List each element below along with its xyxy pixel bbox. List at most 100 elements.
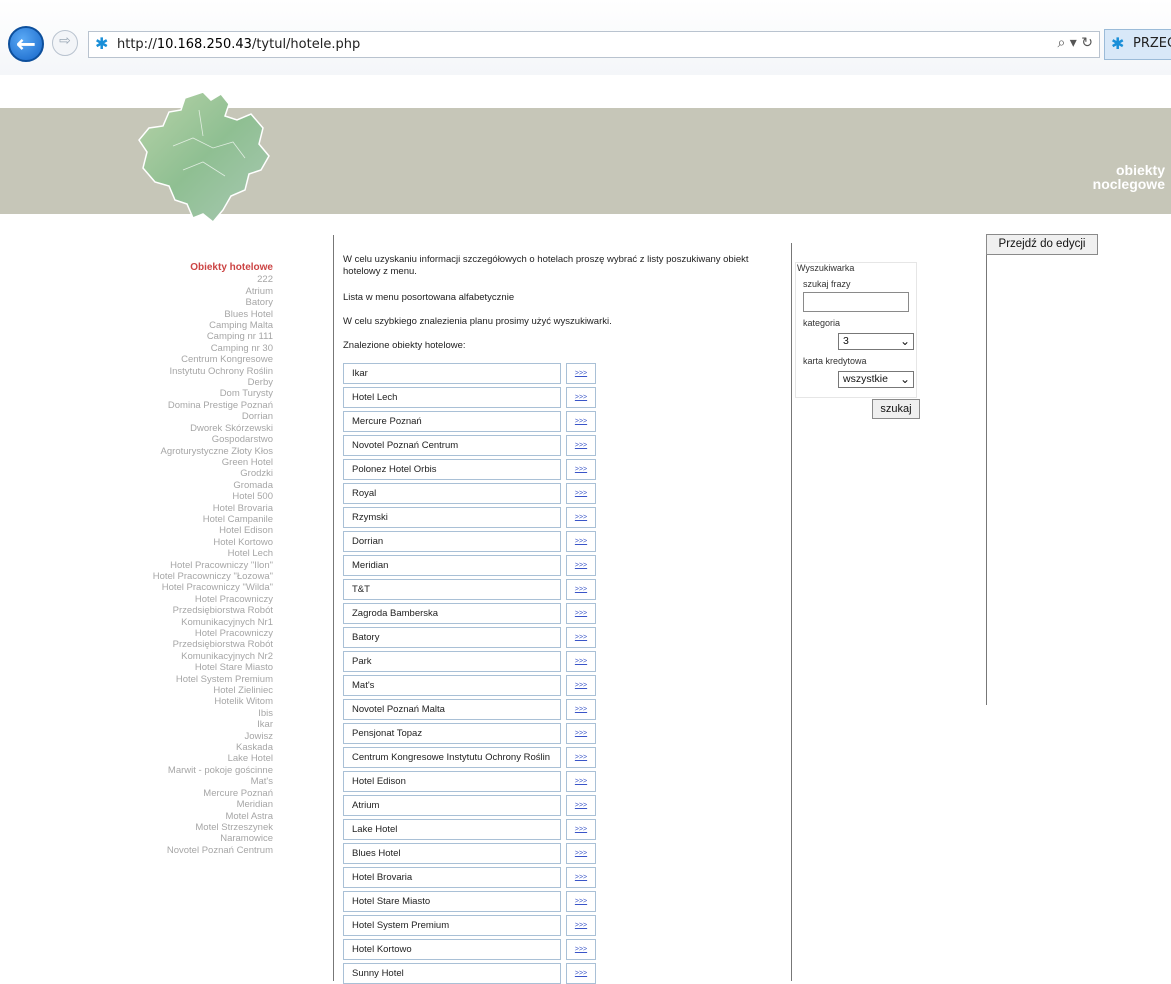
nav-item[interactable]: Hotelik Witom <box>100 696 273 707</box>
result-name: Ikar <box>343 363 561 384</box>
nav-item[interactable]: Motel Astra <box>100 811 273 822</box>
nav-item[interactable]: Mat's <box>100 776 273 787</box>
result-row: Rzymski >>> <box>343 507 596 528</box>
nav-item[interactable]: Centrum Kongresowe <box>100 354 273 365</box>
nav-item[interactable]: Jowisz <box>100 731 273 742</box>
result-details-link[interactable]: >>> <box>566 891 596 912</box>
intro-paragraph-1: W celu uzyskaniu informacji szczegółowyc… <box>343 254 749 277</box>
nav-item[interactable]: Hotel Pracowniczy <box>100 594 273 605</box>
nav-item[interactable]: Derby <box>100 377 273 388</box>
result-details-link[interactable]: >>> <box>566 915 596 936</box>
result-name: Novotel Poznań Malta <box>343 699 561 720</box>
result-details-link[interactable]: >>> <box>566 723 596 744</box>
nav-item[interactable]: Kaskada <box>100 742 273 753</box>
result-name: Pensjonat Topaz <box>343 723 561 744</box>
search-refresh-icons[interactable]: ⌕ ▾ ↻ <box>1058 35 1094 51</box>
result-details-link[interactable]: >>> <box>566 555 596 576</box>
result-details-link[interactable]: >>> <box>566 819 596 840</box>
nav-item[interactable]: Novotel Poznań Centrum <box>100 845 273 856</box>
result-details-link[interactable]: >>> <box>566 603 596 624</box>
result-details-link[interactable]: >>> <box>566 795 596 816</box>
result-row: Mercure Poznań >>> <box>343 411 596 432</box>
nav-item[interactable]: Dorrian <box>100 411 273 422</box>
nav-item[interactable]: Motel Strzeszynek <box>100 822 273 833</box>
result-row: Atrium >>> <box>343 795 596 816</box>
nav-item[interactable]: Camping nr 111 <box>100 331 273 342</box>
nav-item[interactable]: Przedsiębiorstwa Robót <box>100 639 273 650</box>
result-details-link[interactable]: >>> <box>566 843 596 864</box>
result-details-link[interactable]: >>> <box>566 363 596 384</box>
nav-item[interactable]: Dom Turysty <box>100 388 273 399</box>
nav-item[interactable]: Lake Hotel <box>100 753 273 764</box>
result-name: Dorrian <box>343 531 561 552</box>
nav-item[interactable]: Agroturystyczne Złoty Kłos <box>100 446 273 457</box>
result-details-link[interactable]: >>> <box>566 747 596 768</box>
result-details-link[interactable]: >>> <box>566 651 596 672</box>
search-submit-button[interactable]: szukaj <box>872 399 920 419</box>
result-name: T&T <box>343 579 561 600</box>
result-name: Hotel System Premium <box>343 915 561 936</box>
card-select[interactable]: wszystkie ⌄ <box>838 371 914 388</box>
nav-item[interactable]: Hotel System Premium <box>100 674 273 685</box>
nav-item[interactable]: Hotel Campanile <box>100 514 273 525</box>
result-details-link[interactable]: >>> <box>566 867 596 888</box>
nav-item[interactable]: Mercure Poznań <box>100 788 273 799</box>
edit-button[interactable]: Przejdź do edycji <box>986 234 1098 255</box>
nav-item[interactable]: Blues Hotel <box>100 309 273 320</box>
nav-item[interactable]: Hotel Zieliniec <box>100 685 273 696</box>
nav-item[interactable]: Hotel Pracowniczy "Łozowa" <box>100 571 273 582</box>
nav-item[interactable]: Meridian <box>100 799 273 810</box>
nav-item[interactable]: Hotel Kortowo <box>100 537 273 548</box>
nav-item[interactable]: Batory <box>100 297 273 308</box>
result-details-link[interactable]: >>> <box>566 771 596 792</box>
nav-item[interactable]: Instytutu Ochrony Roślin <box>100 366 274 377</box>
result-name: Mat's <box>343 675 561 696</box>
result-details-link[interactable]: >>> <box>566 675 596 696</box>
nav-item[interactable]: Gospodarstwo <box>100 434 273 445</box>
nav-item[interactable]: Naramowice <box>100 833 273 844</box>
nav-item[interactable]: Domina Prestige Poznań <box>100 400 273 411</box>
nav-item[interactable]: Hotel Lech <box>100 548 273 559</box>
phrase-input[interactable] <box>803 292 909 312</box>
nav-item[interactable]: Ibis <box>100 708 273 719</box>
result-name: Park <box>343 651 561 672</box>
result-name: Hotel Brovaria <box>343 867 561 888</box>
result-details-link[interactable]: >>> <box>566 435 596 456</box>
nav-item[interactable]: Grodzki <box>100 468 273 479</box>
nav-item[interactable]: Ikar <box>100 719 273 730</box>
nav-item[interactable]: Komunikacyjnych Nr1 <box>100 617 273 628</box>
result-details-link[interactable]: >>> <box>566 387 596 408</box>
nav-item[interactable]: Komunikacyjnych Nr2 <box>100 651 273 662</box>
result-details-link[interactable]: >>> <box>566 531 596 552</box>
nav-item[interactable]: Atrium <box>100 286 273 297</box>
result-details-link[interactable]: >>> <box>566 411 596 432</box>
result-details-link[interactable]: >>> <box>566 459 596 480</box>
nav-item[interactable]: Hotel Pracowniczy "Wilda" <box>100 582 273 593</box>
result-details-link[interactable]: >>> <box>566 507 596 528</box>
nav-item[interactable]: Marwit - pokoje gościnne <box>100 765 273 776</box>
nav-item[interactable]: 222 <box>100 274 273 285</box>
nav-item[interactable]: Hotel Edison <box>100 525 273 536</box>
nav-item[interactable]: Dworek Skórzewski <box>100 423 273 434</box>
result-details-link[interactable]: >>> <box>566 699 596 720</box>
result-details-link[interactable]: >>> <box>566 579 596 600</box>
result-name: Meridian <box>343 555 561 576</box>
nav-item[interactable]: Green Hotel <box>100 457 273 468</box>
result-details-link[interactable]: >>> <box>566 939 596 960</box>
category-select[interactable]: 3 ⌄ <box>838 333 914 350</box>
browser-tab[interactable]: ✱ PRZEG <box>1104 29 1171 60</box>
result-details-link[interactable]: >>> <box>566 627 596 648</box>
nav-item[interactable]: Hotel Pracowniczy "Ilon" <box>100 560 273 571</box>
back-button-icon[interactable] <box>8 26 44 62</box>
nav-item[interactable]: Gromada <box>100 480 273 491</box>
nav-item[interactable]: Camping nr 30 <box>100 343 273 354</box>
nav-item[interactable]: Hotel Stare Miasto <box>100 662 273 673</box>
address-bar[interactable]: ✱ http://10.168.250.43/tytul/hotele.php … <box>88 31 1100 58</box>
nav-item[interactable]: Camping Malta <box>100 320 273 331</box>
forward-button-icon[interactable] <box>52 30 78 56</box>
nav-item[interactable]: Hotel 500 <box>100 491 273 502</box>
nav-item[interactable]: Hotel Brovaria <box>100 503 273 514</box>
nav-item[interactable]: Przedsiębiorstwa Robót <box>100 605 273 616</box>
nav-item[interactable]: Hotel Pracowniczy <box>100 628 273 639</box>
result-details-link[interactable]: >>> <box>566 483 596 504</box>
